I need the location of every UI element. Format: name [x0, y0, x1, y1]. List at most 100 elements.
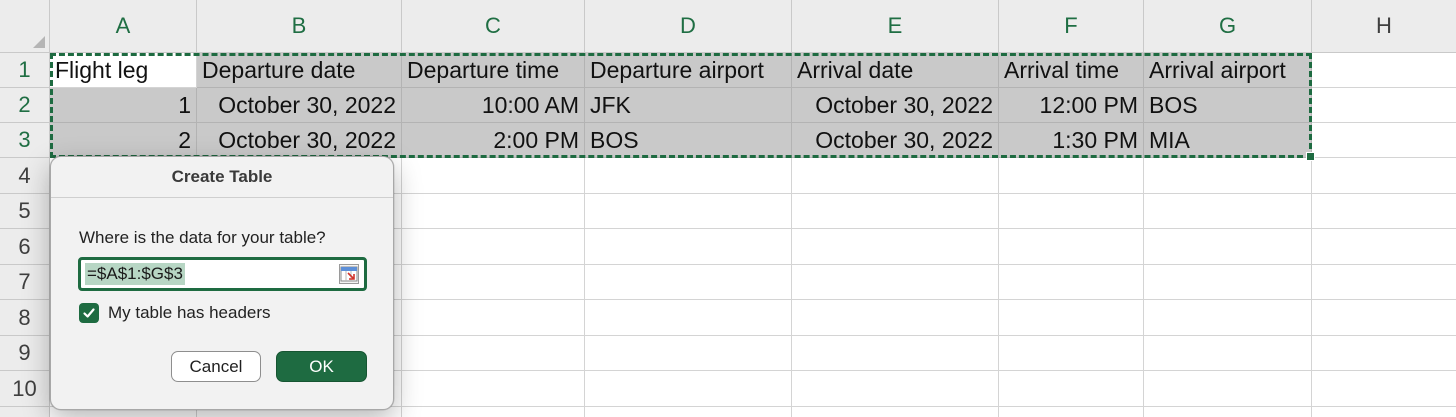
- row-header-9[interactable]: 9: [0, 336, 50, 371]
- cell-c1[interactable]: Departure time: [402, 53, 585, 88]
- cell-d5[interactable]: [585, 194, 792, 229]
- cell-g6[interactable]: [1144, 229, 1312, 265]
- cell-f11[interactable]: [999, 407, 1144, 417]
- cell-c5[interactable]: [402, 194, 585, 229]
- column-header-f[interactable]: F: [999, 0, 1144, 53]
- column-header-h[interactable]: H: [1312, 0, 1456, 53]
- cell-f5[interactable]: [999, 194, 1144, 229]
- cell-g5[interactable]: [1144, 194, 1312, 229]
- range-input-value[interactable]: =$A$1:$G$3: [85, 263, 185, 285]
- cell-e4[interactable]: [792, 158, 999, 194]
- range-input[interactable]: =$A$1:$G$3: [78, 257, 367, 291]
- cell-d2[interactable]: JFK: [585, 88, 792, 123]
- cell-f3[interactable]: 1:30 PM: [999, 123, 1144, 158]
- cell-d1[interactable]: Departure airport: [585, 53, 792, 88]
- cell-d11[interactable]: [585, 407, 792, 417]
- column-header-a[interactable]: A: [50, 0, 197, 53]
- cell-h1[interactable]: [1312, 53, 1456, 88]
- cell-c11[interactable]: [402, 407, 585, 417]
- column-header-b[interactable]: B: [197, 0, 402, 53]
- cell-h7[interactable]: [1312, 265, 1456, 300]
- cell-g4[interactable]: [1144, 158, 1312, 194]
- row-header-3[interactable]: 3: [0, 123, 50, 158]
- cell-c8[interactable]: [402, 300, 585, 336]
- cell-g11[interactable]: [1144, 407, 1312, 417]
- cell-a3[interactable]: 2: [50, 123, 197, 158]
- ok-button[interactable]: OK: [276, 351, 367, 382]
- row-header-2[interactable]: 2: [0, 88, 50, 123]
- cell-g3[interactable]: MIA: [1144, 123, 1312, 158]
- cell-c10[interactable]: [402, 371, 585, 407]
- cell-d4[interactable]: [585, 158, 792, 194]
- column-header-e[interactable]: E: [792, 0, 999, 53]
- cell-g7[interactable]: [1144, 265, 1312, 300]
- fill-handle[interactable]: [1306, 152, 1315, 161]
- cell-c7[interactable]: [402, 265, 585, 300]
- range-picker-icon[interactable]: [339, 264, 359, 284]
- cell-e8[interactable]: [792, 300, 999, 336]
- cell-b1[interactable]: Departure date: [197, 53, 402, 88]
- cell-e5[interactable]: [792, 194, 999, 229]
- cell-f10[interactable]: [999, 371, 1144, 407]
- has-headers-checkbox[interactable]: [79, 303, 99, 323]
- row-header-11[interactable]: [0, 407, 50, 417]
- cell-e9[interactable]: [792, 336, 999, 371]
- column-header-d[interactable]: D: [585, 0, 792, 53]
- cell-h10[interactable]: [1312, 371, 1456, 407]
- has-headers-label[interactable]: My table has headers: [108, 303, 271, 323]
- cell-e6[interactable]: [792, 229, 999, 265]
- cell-d6[interactable]: [585, 229, 792, 265]
- column-header-c[interactable]: C: [402, 0, 585, 53]
- row-header-5[interactable]: 5: [0, 194, 50, 229]
- cell-h8[interactable]: [1312, 300, 1456, 336]
- row-header-6[interactable]: 6: [0, 229, 50, 265]
- cell-h9[interactable]: [1312, 336, 1456, 371]
- select-all-corner[interactable]: [0, 0, 50, 53]
- cell-d3[interactable]: BOS: [585, 123, 792, 158]
- column-header-g[interactable]: G: [1144, 0, 1312, 53]
- cell-g8[interactable]: [1144, 300, 1312, 336]
- cell-f7[interactable]: [999, 265, 1144, 300]
- cell-h4[interactable]: [1312, 158, 1456, 194]
- cell-g1[interactable]: Arrival airport: [1144, 53, 1312, 88]
- cell-g9[interactable]: [1144, 336, 1312, 371]
- row-header-8[interactable]: 8: [0, 300, 50, 336]
- cell-f1[interactable]: Arrival time: [999, 53, 1144, 88]
- cell-e10[interactable]: [792, 371, 999, 407]
- cell-h3[interactable]: [1312, 123, 1456, 158]
- cell-f2[interactable]: 12:00 PM: [999, 88, 1144, 123]
- cell-h11[interactable]: [1312, 407, 1456, 417]
- cancel-button[interactable]: Cancel: [171, 351, 261, 382]
- cell-g10[interactable]: [1144, 371, 1312, 407]
- cell-h5[interactable]: [1312, 194, 1456, 229]
- cell-h6[interactable]: [1312, 229, 1456, 265]
- cell-c4[interactable]: [402, 158, 585, 194]
- cell-b2[interactable]: October 30, 2022: [197, 88, 402, 123]
- cell-c2[interactable]: 10:00 AM: [402, 88, 585, 123]
- cell-a1[interactable]: Flight leg: [50, 53, 197, 88]
- cell-e2[interactable]: October 30, 2022: [792, 88, 999, 123]
- cell-f4[interactable]: [999, 158, 1144, 194]
- cell-d7[interactable]: [585, 265, 792, 300]
- cell-f6[interactable]: [999, 229, 1144, 265]
- cell-g2[interactable]: BOS: [1144, 88, 1312, 123]
- cell-e7[interactable]: [792, 265, 999, 300]
- cell-c6[interactable]: [402, 229, 585, 265]
- row-header-10[interactable]: 10: [0, 371, 50, 407]
- cell-e11[interactable]: [792, 407, 999, 417]
- cell-e3[interactable]: October 30, 2022: [792, 123, 999, 158]
- cell-c3[interactable]: 2:00 PM: [402, 123, 585, 158]
- cell-h2[interactable]: [1312, 88, 1456, 123]
- cell-d9[interactable]: [585, 336, 792, 371]
- row-header-1[interactable]: 1: [0, 53, 50, 88]
- cell-f9[interactable]: [999, 336, 1144, 371]
- cell-a2[interactable]: 1: [50, 88, 197, 123]
- row-header-4[interactable]: 4: [0, 158, 50, 194]
- cell-c9[interactable]: [402, 336, 585, 371]
- cell-b3[interactable]: October 30, 2022: [197, 123, 402, 158]
- cell-d10[interactable]: [585, 371, 792, 407]
- cell-e1[interactable]: Arrival date: [792, 53, 999, 88]
- cell-f8[interactable]: [999, 300, 1144, 336]
- cell-d8[interactable]: [585, 300, 792, 336]
- row-header-7[interactable]: 7: [0, 265, 50, 300]
